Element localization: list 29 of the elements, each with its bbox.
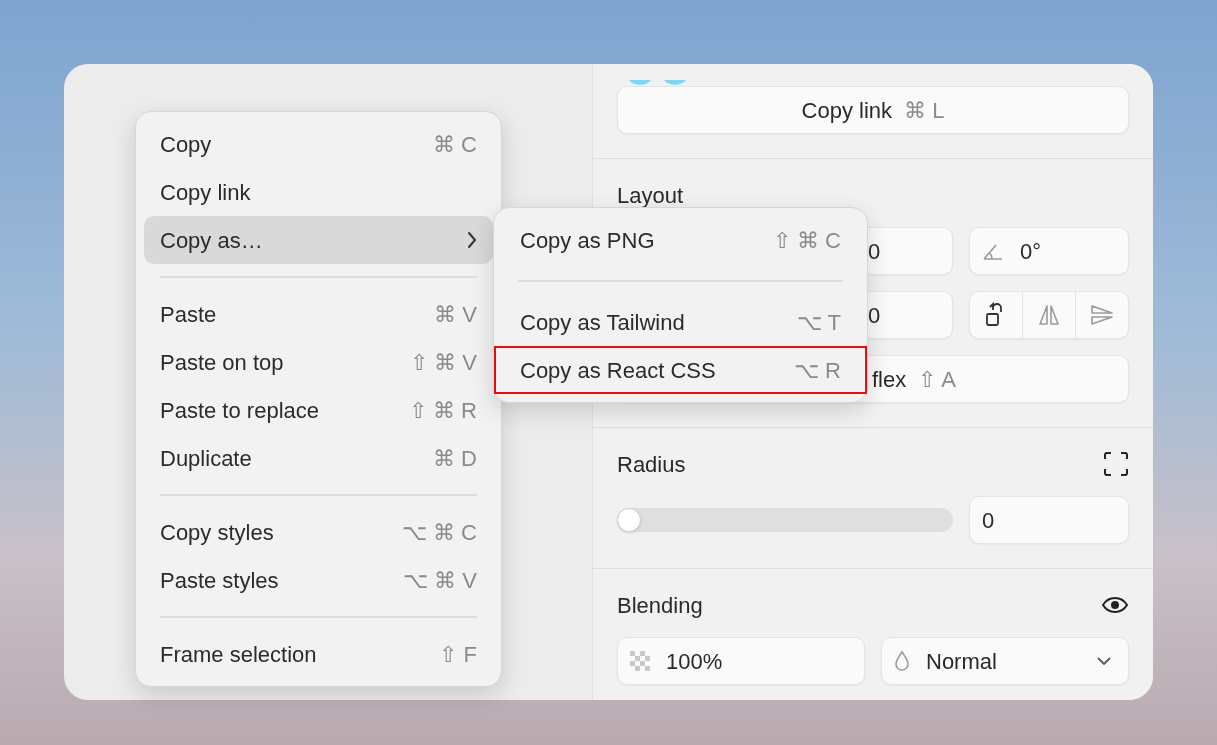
copy-link-button[interactable]: Copy link ⌘ L: [617, 86, 1129, 134]
menu-item[interactable]: Paste on top ⇧ ⌘ V: [144, 338, 493, 386]
menu-item[interactable]: Duplicate ⌘ D: [144, 434, 493, 482]
submenu-item[interactable]: Copy as PNG ⇧ ⌘ C: [494, 216, 867, 264]
angle-field[interactable]: 0°: [969, 227, 1129, 275]
menu-item[interactable]: Copy styles ⌥ ⌘ C: [144, 508, 493, 556]
section-title: Layout: [617, 181, 684, 210]
menu-item[interactable]: Copy as…: [144, 216, 493, 264]
checkerboard-icon: [630, 651, 650, 671]
radius-slider[interactable]: [617, 508, 953, 532]
opacity-field[interactable]: 100%: [617, 637, 865, 685]
menu-item[interactable]: Copy link: [144, 168, 493, 216]
radius-field[interactable]: 0: [969, 496, 1129, 544]
submenu-item[interactable]: Copy as React CSS ⌥ R: [494, 346, 867, 394]
menu-item[interactable]: Paste styles ⌥ ⌘ V: [144, 556, 493, 604]
corners-icon[interactable]: [1103, 451, 1129, 477]
section-title: Blending: [617, 591, 703, 620]
drop-icon: [894, 650, 910, 672]
menu-item[interactable]: Paste ⌘ V: [144, 290, 493, 338]
slider-thumb[interactable]: [617, 508, 641, 532]
menu-item[interactable]: Copy ⌘ C: [144, 120, 493, 168]
submenu-item[interactable]: Copy as Tailwind ⌥ T: [494, 298, 867, 346]
menu-item[interactable]: Frame selection ⇧ F: [144, 630, 493, 678]
chevron-right-icon: [467, 231, 477, 249]
section-title: Radius: [617, 450, 686, 479]
blend-mode-select[interactable]: Normal: [881, 637, 1129, 685]
eye-icon[interactable]: [1101, 596, 1129, 614]
chevron-down-icon: [1096, 656, 1112, 666]
menu-item[interactable]: Paste to replace ⇧ ⌘ R: [144, 386, 493, 434]
